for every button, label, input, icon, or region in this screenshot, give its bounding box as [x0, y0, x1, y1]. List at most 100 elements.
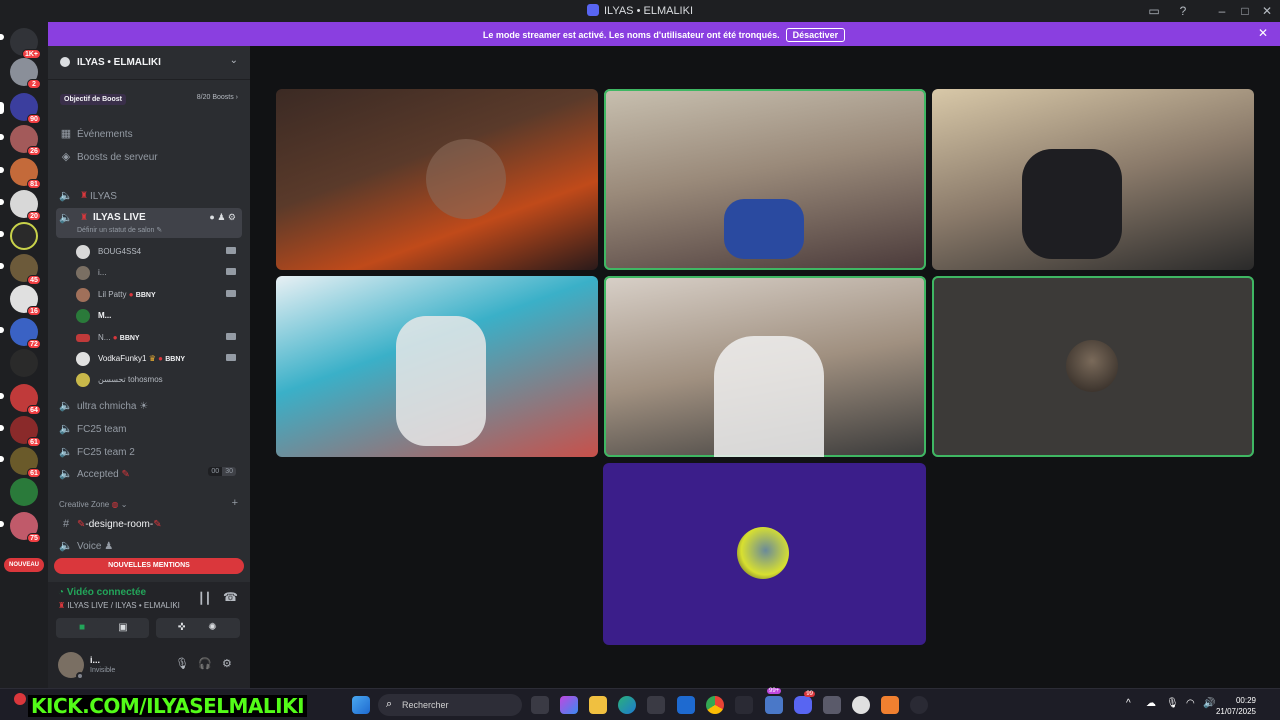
palette-icon: ◍	[111, 500, 119, 509]
invite-icon[interactable]: ♟	[217, 212, 225, 222]
chevron-up-icon[interactable]: ^	[1126, 698, 1131, 709]
gear-icon[interactable]: ⚙	[228, 212, 236, 222]
new-badge[interactable]: NOUVEAU	[4, 558, 44, 572]
voice-member[interactable]: N... ● BBNY	[76, 329, 242, 347]
channel-fc25-team-2[interactable]: 🔈 FC25 team 2	[56, 442, 242, 462]
video-tile[interactable]	[604, 89, 926, 270]
add-channel-icon[interactable]: +	[232, 497, 238, 509]
close-window-button[interactable]: ✕	[1259, 3, 1275, 19]
participant-video	[1022, 149, 1122, 259]
server-icon[interactable]: 61	[10, 447, 41, 478]
chrome-icon[interactable]	[706, 696, 724, 714]
wifi-icon[interactable]: ◠	[1186, 698, 1195, 709]
disconnect-icon[interactable]: ☎	[223, 590, 238, 604]
channel-accepted-name: Accepted	[77, 469, 119, 480]
server-icon[interactable]	[10, 222, 38, 250]
store-icon[interactable]	[647, 696, 665, 714]
cloud-icon[interactable]: ☁	[1146, 698, 1156, 709]
server-icon[interactable]: 90	[10, 93, 41, 124]
obs-icon[interactable]	[910, 696, 928, 714]
copilot-icon[interactable]	[560, 696, 578, 714]
video-tile[interactable]	[932, 89, 1254, 270]
settings-gear-icon[interactable]: ⚙	[222, 657, 232, 670]
discord-icon[interactable]: 99	[794, 691, 815, 714]
events-item[interactable]: ▦ Événements	[56, 124, 242, 144]
member-name-text: N...	[98, 333, 111, 342]
server-icon[interactable]: 75	[10, 512, 41, 543]
voice-member[interactable]: Lil Patty ● BBNY	[76, 286, 242, 304]
channel-status-hint[interactable]: Définir un statut de salon ✎	[77, 226, 162, 234]
game-icon[interactable]	[823, 696, 841, 714]
server-icon[interactable]: 20	[10, 190, 41, 221]
notification-icon[interactable]	[14, 693, 26, 705]
close-icon[interactable]: ✕	[1258, 26, 1268, 40]
channel-voice[interactable]: 🔈 Voice ♟	[56, 536, 242, 556]
task-view-icon[interactable]	[531, 696, 549, 714]
app-icon[interactable]	[881, 696, 899, 714]
video-tile-no-camera[interactable]	[603, 463, 926, 645]
disable-streamer-button[interactable]: Désactiver	[785, 28, 846, 42]
channel-fc25-team[interactable]: 🔈 FC25 team	[56, 419, 242, 439]
channel-designe-room[interactable]: # ✎-designe-room-✎	[56, 514, 242, 534]
channel-status-text: Définir un statut de salon	[77, 227, 155, 234]
photos-icon[interactable]	[735, 696, 753, 714]
dm-home-icon[interactable]: 1K+	[10, 28, 41, 59]
microphone-tray-icon[interactable]: 🎙	[1166, 698, 1179, 709]
participant-video	[724, 199, 804, 259]
video-tile[interactable]	[276, 89, 598, 270]
voice-member[interactable]: تحسسن tohosmos	[76, 371, 242, 389]
video-tile[interactable]	[276, 276, 598, 457]
file-explorer-icon[interactable]	[589, 696, 607, 714]
server-icon[interactable]: 72	[10, 318, 41, 349]
windows-start-icon[interactable]	[352, 696, 370, 714]
volume-icon[interactable]: 🔊	[1203, 698, 1215, 709]
headphones-icon[interactable]: 🎧	[198, 657, 212, 670]
voice-member[interactable]: BOUG4SS4	[76, 243, 242, 261]
edge-icon[interactable]	[618, 696, 636, 714]
channel-accepted[interactable]: 🔈 Accepted ✎ 00 30	[56, 464, 242, 484]
microphone-icon[interactable]: 🎙	[175, 657, 189, 670]
maximize-button[interactable]: □	[1237, 3, 1253, 19]
server-icon[interactable]	[10, 349, 38, 377]
boost-goal[interactable]: Objectif de Boost 8/20 Boosts ›	[56, 90, 242, 106]
server-icon[interactable]: 16	[10, 285, 41, 316]
new-mentions-button[interactable]: NOUVELLES MENTIONS	[54, 558, 244, 574]
voice-channel-path[interactable]: ♜ ILYAS LIVE / ILYAS • ELMALIKI	[58, 601, 180, 610]
voice-member[interactable]: VodkaFunky1 ♛ ● BBNY	[76, 350, 242, 368]
video-tile-no-camera[interactable]	[932, 276, 1254, 457]
server-icon[interactable]	[10, 478, 38, 506]
inbox-icon[interactable]: ▭	[1146, 3, 1162, 19]
search-box[interactable]: ⌕ Rechercher	[378, 694, 522, 716]
calendar-icon: ▦	[60, 128, 72, 140]
soundboard-button[interactable]: ✺	[185, 618, 240, 638]
server-icon[interactable]: 26	[10, 125, 41, 156]
channel-ilyas[interactable]: 🔈 ILYAS ♜	[56, 186, 242, 206]
video-tile[interactable]	[604, 276, 926, 457]
channel-ilyas-live[interactable]: 🔈 ♜ ILYAS LIVE Définir un statut de salo…	[56, 208, 242, 238]
app-icon[interactable]: 99+	[765, 688, 783, 714]
chat-icon[interactable]: ●	[209, 212, 214, 222]
server-header[interactable]: ILYAS • ELMALIKI ⌄	[48, 46, 250, 80]
app-icon[interactable]	[852, 696, 870, 714]
category-label: Creative Zone	[59, 500, 110, 509]
server-icon[interactable]: 45	[10, 254, 41, 285]
outlook-icon[interactable]	[677, 696, 695, 714]
server-icon[interactable]: 81	[10, 158, 41, 189]
voice-member[interactable]: M...	[76, 307, 242, 325]
chevron-down-icon[interactable]: ⌄	[230, 55, 238, 66]
server-icon[interactable]: 61	[10, 416, 41, 447]
channel-ultra-chmicha[interactable]: 🔈 ultra chmicha ☀	[56, 396, 242, 416]
server-boosts-item[interactable]: ◈ Boosts de serveur	[56, 147, 242, 167]
server-icon[interactable]: 2	[10, 58, 41, 89]
badge: 99	[804, 691, 815, 697]
minimize-button[interactable]: –	[1214, 3, 1230, 19]
noise-suppression-icon[interactable]: ┃┃	[198, 592, 211, 605]
server-icon[interactable]: 64	[10, 384, 41, 415]
screen-share-button[interactable]: ▣	[97, 618, 149, 638]
voice-member[interactable]: i...	[76, 264, 242, 282]
help-icon[interactable]: ?	[1175, 3, 1191, 19]
category-creative-zone[interactable]: Creative Zone ◍ ⌄	[59, 500, 127, 509]
system-clock[interactable]: 00:29 21/07/2025	[1216, 695, 1256, 717]
badge: 81	[27, 179, 41, 189]
user-panel[interactable]: i... Invisible 🎙 🎧 ⚙	[48, 646, 250, 688]
